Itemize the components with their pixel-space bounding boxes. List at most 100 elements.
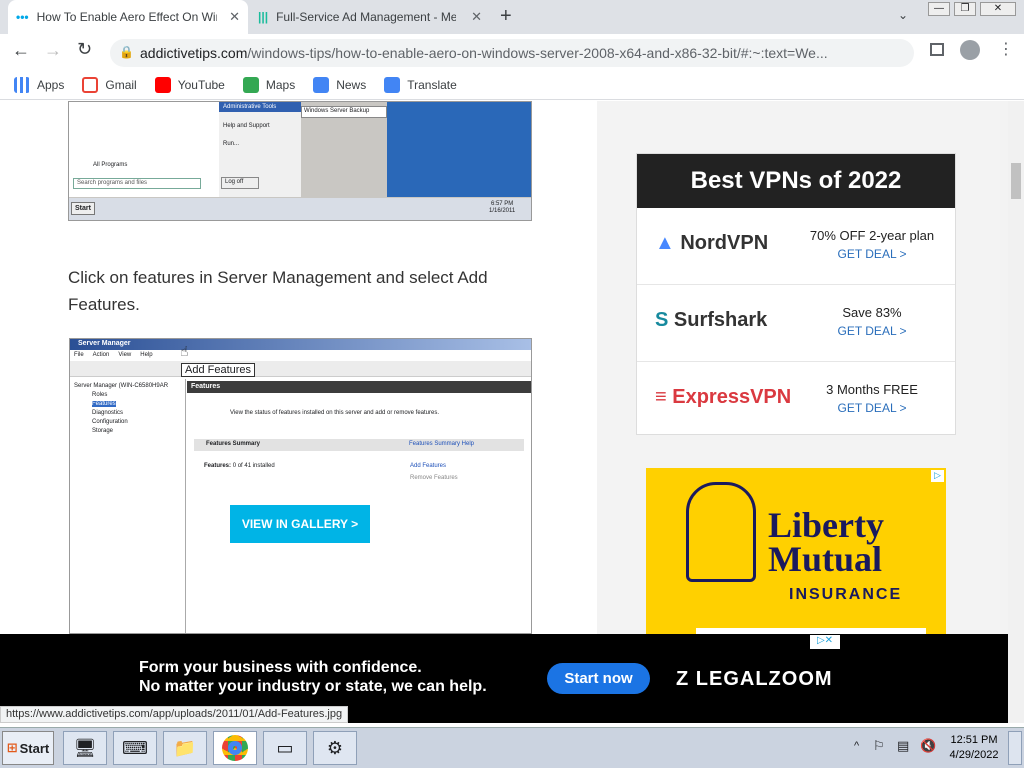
get-deal-link[interactable]: GET DEAL >	[797, 401, 947, 415]
volume-muted-icon[interactable]: 🔇	[920, 738, 936, 754]
page-content: Administrative Tools Help and Support Ru…	[0, 101, 1008, 723]
close-window-button[interactable]: ✕	[980, 2, 1016, 16]
ad-close-icon[interactable]: ▷✕	[810, 635, 840, 649]
network-icon[interactable]: ▤	[897, 738, 909, 754]
tab-search-chevron-icon[interactable]: ⌄	[898, 8, 908, 22]
tab-addictivetips[interactable]: ••• How To Enable Aero Effect On Wind ✕	[8, 0, 248, 34]
restore-button[interactable]: ❐	[954, 2, 976, 16]
new-tab-button[interactable]: +	[500, 5, 512, 28]
windows-taskbar: ⊞ Start 🖥 ⌨ 📁 ▭ ⚙ ^ ⚐ ▤ 🔇 12:51 PM 4/29/20…	[0, 727, 1024, 768]
tree-diagnostics: Diagnostics	[92, 410, 124, 416]
start-search-box: Search programs and files	[73, 178, 201, 189]
inner-taskbar: Start 6:57 PM 1/16/2011	[69, 198, 531, 220]
vpn-deal-text: 70% OFF 2-year plan	[809, 228, 935, 243]
side-panel-icon[interactable]	[930, 43, 944, 56]
flag-icon[interactable]: ⚐	[873, 738, 885, 754]
tab-title: How To Enable Aero Effect On Wind	[36, 10, 217, 24]
article-image-server-manager[interactable]: Server Manager File Action View Help Add…	[69, 338, 532, 634]
window-taskbar-icon[interactable]: ▭	[263, 731, 307, 765]
features-summary-help-link: Features Summary Help	[409, 441, 475, 447]
get-deal-link[interactable]: GET DEAL >	[797, 247, 947, 261]
sm-menu-action: Action	[92, 352, 110, 358]
admin-tools-item: Administrative Tools	[219, 102, 301, 112]
vpn-heading: Best VPNs of 2022	[637, 154, 955, 208]
sm-menu-file: File	[74, 352, 84, 358]
get-deal-link[interactable]: GET DEAL >	[797, 324, 947, 338]
banner-line2: No matter your industry or state, we can…	[139, 678, 487, 695]
reload-button[interactable]: ↻	[77, 39, 92, 60]
vpn-deal-text: Save 83%	[842, 305, 902, 320]
bookmark-maps[interactable]: Maps	[242, 76, 295, 93]
vpn-deal: 3 Months FREE GET DEAL >	[797, 382, 947, 415]
close-tab-icon[interactable]: ✕	[229, 9, 240, 25]
start-button[interactable]: ⊞ Start	[2, 731, 54, 765]
system-clock[interactable]: 12:51 PM 4/29/2022	[947, 733, 1001, 763]
chrome-taskbar-icon[interactable]	[213, 731, 257, 765]
bookmark-translate[interactable]: Translate	[384, 76, 457, 93]
bookmark-youtube[interactable]: YouTube	[154, 76, 225, 93]
tab-title: Full-Service Ad Management - Medi	[276, 10, 457, 24]
youtube-icon	[154, 76, 171, 93]
url-path: /windows-tips/how-to-enable-aero-on-wind…	[247, 45, 828, 61]
inner-start-button: Start	[71, 202, 95, 215]
close-tab-icon[interactable]: ✕	[471, 9, 482, 25]
start-label: Start	[19, 740, 50, 756]
address-bar[interactable]: 🔒 addictivetips.com/windows-tips/how-to-…	[110, 39, 914, 67]
clock-time: 12:51 PM	[950, 734, 998, 746]
tree-configuration: Configuration	[92, 419, 128, 425]
tree-features: Features	[92, 401, 116, 407]
surfshark-logo: S Surfshark	[655, 309, 768, 331]
article-image-start-menu[interactable]: Administrative Tools Help and Support Ru…	[68, 101, 532, 221]
tab-ad-management[interactable]: ||| Full-Service Ad Management - Medi ✕	[250, 0, 490, 34]
show-desktop-button[interactable]	[1008, 731, 1022, 765]
vpn-row-surfshark[interactable]: S Surfshark Save 83% GET DEAL >	[637, 285, 955, 362]
liberty-mutual-logo: Liberty Mutual	[768, 507, 884, 577]
mouse-cursor-icon: ☝	[180, 343, 189, 359]
features-count-row: Features: 0 of 41 installed	[204, 463, 275, 469]
start-now-button[interactable]: Start now	[547, 663, 650, 694]
vpn-brand: Surfshark	[673, 309, 768, 331]
help-item: Help and Support	[223, 123, 270, 129]
minimize-button[interactable]: —	[928, 2, 950, 16]
menu-kebab-icon[interactable]: ⋮	[998, 39, 1014, 59]
view-in-gallery-button[interactable]: VIEW IN GALLERY >	[230, 505, 370, 543]
bookmark-label: YouTube	[177, 77, 225, 92]
back-button[interactable]: ←	[12, 40, 30, 61]
tree-root: Server Manager (WIN-C6580H9AR	[74, 383, 169, 389]
features-label: Features:	[204, 463, 232, 469]
bookmark-news[interactable]: News	[313, 76, 366, 93]
forward-button[interactable]: →	[44, 40, 62, 61]
sm-tree: Server Manager (WIN-C6580H9AR Roles Feat…	[70, 379, 186, 633]
adchoices-icon[interactable]: ▷	[931, 470, 944, 482]
features-summary-header: Features Summary Features Summary Help	[194, 439, 524, 451]
sm-menubar: File Action View Help	[74, 352, 153, 358]
maps-icon	[242, 76, 259, 93]
page-scrollbar[interactable]	[1008, 101, 1024, 723]
status-url-bubble: https://www.addictivetips.com/app/upload…	[0, 706, 349, 723]
explorer-taskbar-icon[interactable]: 📁	[163, 731, 207, 765]
clock-date: 4/29/2022	[949, 749, 999, 761]
news-icon	[313, 76, 330, 93]
tab-favicon-icon: •••	[16, 10, 29, 24]
server-manager-taskbar-icon[interactable]: 🖥	[63, 731, 107, 765]
vpn-row-expressvpn[interactable]: ≡ ExpressVPN 3 Months FREE GET DEAL >	[637, 362, 955, 439]
sm-menu-help: Help	[140, 352, 153, 358]
vpn-row-nordvpn[interactable]: ▲ NordVPN 70% OFF 2-year plan GET DEAL >	[637, 208, 955, 285]
vpn-deal-text: 3 Months FREE	[826, 382, 918, 397]
settings-taskbar-icon[interactable]: ⚙	[313, 731, 357, 765]
scrollbar-thumb[interactable]	[1011, 163, 1021, 199]
sm-toolbar	[70, 361, 531, 377]
desktop-area	[387, 102, 531, 197]
tree-roles: Roles	[92, 392, 108, 398]
tray-chevron-icon[interactable]: ^	[854, 740, 859, 752]
tree-storage: Storage	[92, 428, 114, 434]
profile-avatar[interactable]	[960, 40, 980, 60]
legalzoom-brand: LEGALZOOM	[695, 668, 833, 690]
translate-icon	[384, 76, 401, 93]
all-programs: All Programs	[93, 162, 128, 168]
banner-line1: Form your business with confidence.	[139, 659, 422, 676]
expressvpn-logo: ≡ ExpressVPN	[655, 386, 792, 408]
bookmark-gmail[interactable]: Gmail	[82, 76, 137, 93]
bookmark-apps[interactable]: Apps	[14, 76, 64, 93]
powershell-taskbar-icon[interactable]: ⌨	[113, 731, 157, 765]
